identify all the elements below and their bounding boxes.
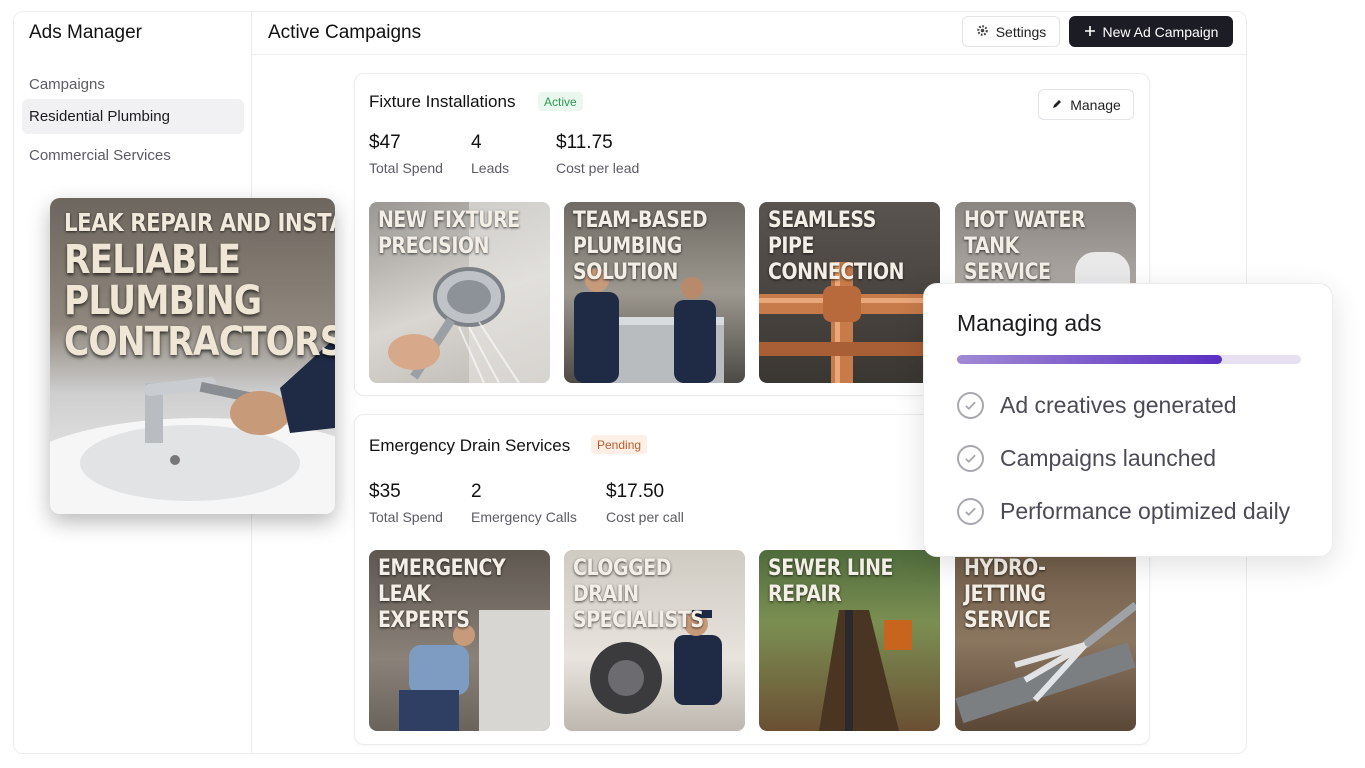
ad-creative-sewer-line-repair[interactable]: SEWER LINE REPAIR [759, 550, 940, 731]
ad-creative-caption: SEAMLESS PIPE CONNECTION [768, 208, 905, 285]
stat-cost-per-lead: $11.75 Cost per lead [556, 132, 639, 176]
stat-value: $11.75 [556, 132, 613, 153]
sidebar-item-commercial-services[interactable]: Commercial Services [22, 138, 244, 173]
stat-leads: 4 Leads [471, 132, 509, 176]
ad-creative-emergency-leak-experts[interactable]: EMERGENCY LEAK EXPERTS [369, 550, 550, 731]
page-title: Active Campaigns [268, 22, 422, 43]
managing-ads-panel: Managing ads Ad creatives generated Camp… [923, 283, 1333, 557]
check-circle-icon [957, 445, 984, 472]
settings-button-label: Settings [995, 23, 1047, 40]
pencil-icon [1051, 97, 1063, 113]
status-badge: Pending [591, 435, 648, 454]
stat-label: Emergency Calls [471, 509, 577, 525]
app-title: Ads Manager [29, 22, 143, 43]
stat-total-spend: $35 Total Spend [369, 481, 443, 525]
plus-icon [1084, 24, 1096, 40]
featured-ad-tagline: LEAK REPAIR AND INSTALLS [64, 208, 335, 237]
top-bar: Active Campaigns Settings New Ad Campaig… [252, 12, 1246, 55]
sidebar-item-residential-plumbing[interactable]: Residential Plumbing [22, 99, 244, 134]
step-performance-optimized-daily: Performance optimized daily [957, 498, 1290, 525]
stat-label: Leads [471, 160, 510, 176]
managing-ads-title: Managing ads [957, 310, 1102, 336]
stat-total-spend: $47 Total Spend [369, 132, 443, 176]
step-label: Campaigns launched [1000, 445, 1217, 471]
ad-creative-clogged-drain-specialists[interactable]: CLOGGED DRAIN SPECIALISTS [564, 550, 745, 731]
stat-label: Total Spend [369, 160, 443, 176]
featured-ad-headline: RELIABLE PLUMBING CONTRACTORS [64, 237, 335, 365]
ad-creative-new-fixture-precision[interactable]: NEW FIXTURE PRECISION [369, 202, 550, 383]
stat-cost-per-call: $17.50 Cost per call [606, 481, 684, 525]
manage-button[interactable]: Manage [1038, 89, 1134, 120]
stat-label: Total Spend [369, 509, 443, 525]
check-circle-icon [957, 498, 984, 525]
featured-ad-creative[interactable]: LEAK REPAIR AND INSTALLS RELIABLE PLUMBI… [50, 198, 335, 514]
stat-emergency-calls: 2 Emergency Calls [471, 481, 577, 525]
step-label: Performance optimized daily [1000, 498, 1291, 524]
ad-creative-hydro-jetting-service[interactable]: HYDRO-JETTING SERVICE [955, 550, 1136, 731]
ad-creative-caption: TEAM-BASED PLUMBING SOLUTION [573, 208, 708, 285]
progress-bar-fill [957, 355, 1222, 364]
sidebar-item-campaigns[interactable]: Campaigns [22, 67, 244, 102]
stat-value: 4 [471, 132, 482, 153]
ad-creative-caption: HYDRO-JETTING SERVICE [964, 556, 1051, 633]
new-ad-campaign-label: New Ad Campaign [1102, 23, 1219, 40]
status-badge: Active [538, 92, 583, 111]
stat-value: 2 [471, 481, 482, 502]
ad-creative-caption: SEWER LINE REPAIR [768, 556, 894, 607]
settings-button[interactable]: Settings [962, 16, 1060, 47]
stat-label: Cost per call [606, 509, 684, 525]
progress-bar [957, 355, 1301, 364]
stat-label: Cost per lead [556, 160, 640, 176]
ad-creative-caption: NEW FIXTURE PRECISION [378, 208, 520, 259]
ad-creative-caption: CLOGGED DRAIN SPECIALISTS [573, 556, 704, 633]
gear-icon [976, 24, 989, 40]
ad-creative-seamless-pipe-connection[interactable]: SEAMLESS PIPE CONNECTION [759, 202, 940, 383]
manage-button-label: Manage [1070, 96, 1121, 113]
campaign-title: Fixture Installations [369, 92, 516, 111]
step-label: Ad creatives generated [1000, 392, 1237, 418]
ad-creative-team-based-plumbing-solution[interactable]: TEAM-BASED PLUMBING SOLUTION [564, 202, 745, 383]
new-ad-campaign-button[interactable]: New Ad Campaign [1069, 16, 1233, 47]
stat-value: $47 [369, 132, 401, 153]
stat-value: $35 [369, 481, 401, 502]
step-ad-creatives-generated: Ad creatives generated [957, 392, 1237, 419]
campaign-title: Emergency Drain Services [369, 436, 571, 455]
ad-creative-caption: EMERGENCY LEAK EXPERTS [378, 556, 506, 633]
ad-creative-caption: HOT WATER TANK SERVICE [964, 208, 1086, 285]
check-circle-icon [957, 392, 984, 419]
step-campaigns-launched: Campaigns launched [957, 445, 1216, 472]
stat-value: $17.50 [606, 481, 665, 502]
